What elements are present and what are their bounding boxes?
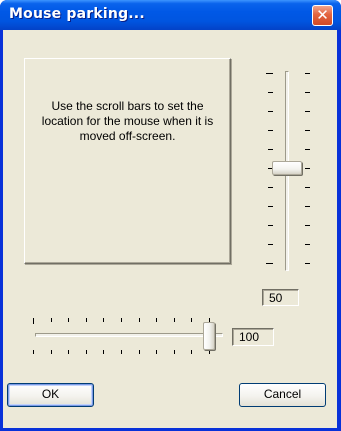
tick-mark [305,206,310,207]
tick-mark [33,350,34,354]
tick-mark [266,73,273,74]
tick-mark [268,149,273,150]
tick-mark [156,318,158,322]
tick-mark [305,111,310,112]
tick-mark [305,92,310,93]
tick-mark [305,187,310,188]
tick-mark [103,318,105,322]
horizontal-slider-value: 100 [232,328,274,346]
mouse-parking-dialog: Mouse parking... ✕ Use the scroll bars t… [0,0,341,431]
horizontal-slider[interactable] [28,314,228,358]
tick-mark [268,225,273,226]
vertical-slider[interactable] [258,69,313,279]
close-icon: ✕ [316,6,329,24]
title-bar[interactable]: Mouse parking... ✕ [0,0,341,30]
tick-mark [305,149,310,150]
tick-mark [268,187,273,188]
instructions-text: Use the scroll bars to set the location … [41,99,214,143]
tick-mark [305,168,310,169]
tick-mark [138,318,140,322]
tick-mark [103,350,105,354]
tick-mark [156,350,158,354]
info-panel: Use the scroll bars to set the location … [24,58,231,264]
tick-mark [85,318,87,322]
cancel-button[interactable]: Cancel [239,383,326,407]
tick-mark [305,73,310,74]
horizontal-slider-track[interactable] [35,333,223,337]
tick-mark [266,263,273,264]
tick-mark [68,350,70,354]
ok-button[interactable]: OK [7,383,94,407]
window-title: Mouse parking... [9,6,145,22]
tick-mark [191,318,193,322]
tick-mark [33,318,34,324]
tick-mark [209,350,210,354]
tick-mark [85,350,87,354]
vertical-slider-value: 50 [262,289,299,306]
tick-mark [68,318,70,322]
tick-mark [173,318,175,322]
horizontal-slider-thumb[interactable] [203,322,215,350]
tick-mark [121,350,122,354]
tick-mark [50,318,52,322]
vertical-slider-thumb[interactable] [272,161,302,175]
tick-mark [268,206,273,207]
tick-mark [138,350,140,354]
tick-mark [173,350,175,354]
tick-mark [305,263,310,264]
tick-mark [268,130,273,131]
tick-mark [268,111,273,112]
close-button[interactable]: ✕ [312,5,333,26]
dialog-body: Use the scroll bars to set the location … [3,30,337,428]
tick-mark [268,244,273,245]
tick-mark [121,318,122,322]
tick-mark [191,350,193,354]
tick-mark [305,130,310,131]
tick-mark [305,225,310,226]
tick-mark [305,244,310,245]
tick-mark [50,350,52,354]
tick-mark [268,92,273,93]
